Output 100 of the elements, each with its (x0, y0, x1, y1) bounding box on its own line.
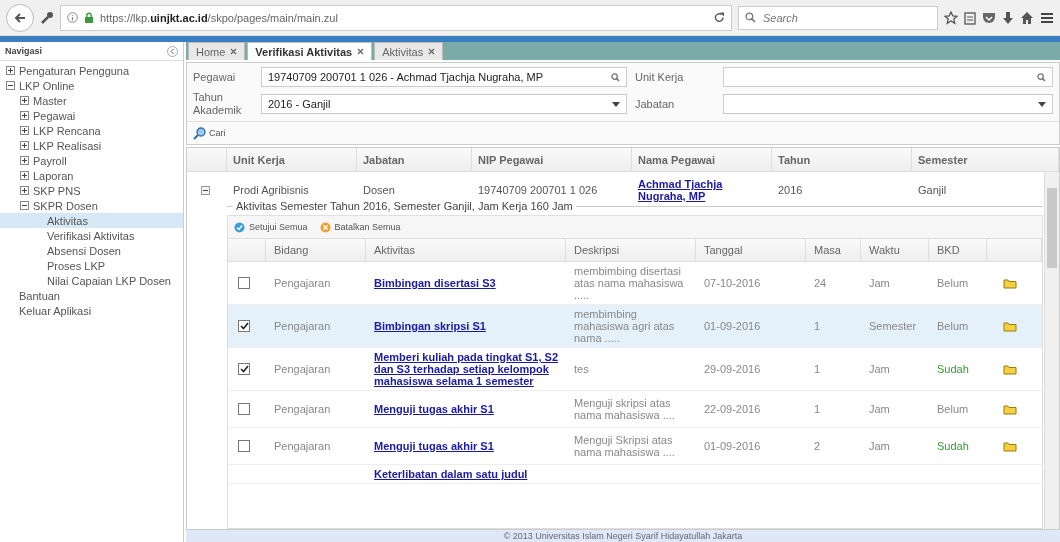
folder-icon[interactable] (1003, 440, 1017, 452)
table-row[interactable]: Pengajaran Menguji tugas akhir S1 Menguji skripsi atas nama mahasiswa .... 22-09-2016 1 Jam Belum (228, 391, 1042, 428)
home-icon[interactable] (1020, 11, 1034, 24)
table-cell-text: 07-10-2016 (703, 276, 762, 291)
checkbox[interactable] (238, 363, 250, 375)
expand-icon[interactable] (20, 126, 29, 135)
folder-icon[interactable] (1003, 320, 1017, 332)
tree-item[interactable]: Proses LKP (0, 258, 183, 273)
browser-search-field[interactable]: Search (761, 10, 925, 25)
table-cell-text: Jam (868, 276, 891, 291)
close-icon[interactable] (230, 48, 238, 55)
table-cell-text: 01-09-2016 (703, 319, 762, 334)
search-button[interactable]: Cari (193, 126, 226, 140)
expand-icon[interactable] (20, 96, 29, 105)
table-cell-text: tes (573, 362, 590, 377)
expand-icon[interactable] (20, 171, 29, 180)
browser-search-field[interactable]: Search (738, 5, 938, 30)
url-field[interactable]: https://lkp.uinjkt.ac.id/skpo/pages/main/main.zul (60, 4, 732, 31)
checkbox[interactable] (238, 440, 250, 452)
tree-item[interactable]: LKP Rencana (0, 123, 183, 138)
download-icon[interactable] (1002, 10, 1014, 25)
expand-icon[interactable] (6, 66, 15, 75)
table-cell-text: Pengajaran (273, 276, 332, 291)
tree-item[interactable]: LKP Realisasi (0, 138, 183, 153)
tree-item[interactable]: SKPR Dosen (0, 198, 183, 213)
activity-link[interactable]: Memberi kuliah pada tingkat S1, S2 dan S3 terhadap setiap kelompok mahasiswa selama 1 semester (374, 351, 558, 387)
checkbox[interactable] (238, 403, 250, 415)
activity-link[interactable]: Menguji tugas akhir S1 (374, 440, 494, 452)
employee-name-link[interactable]: Achmad Tjachja Nugraha, MP (632, 178, 772, 202)
tab[interactable]: Home (188, 42, 246, 60)
table-cell-text: Ganjil (917, 184, 948, 196)
tree-item[interactable]: Aktivitas (0, 213, 183, 228)
table-cell-text: Jam (868, 362, 891, 377)
table-cell-text: Menguji Skripsi atas nama mahasiswa .... (573, 433, 676, 460)
folder-icon[interactable] (1003, 277, 1017, 289)
tree-item[interactable]: Pengaturan Pengguna (0, 63, 183, 78)
table-row[interactable]: Pengajaran Bimbingan skripsi S1 membimbing mahasiswa agri atas nama ..... 01-09-2016 1 Semester Belum (228, 305, 1042, 348)
tree-item[interactable]: Nilai Capaian LKP Dosen (0, 273, 183, 288)
tree-item[interactable]: SKP PNS (0, 183, 183, 198)
reload-icon[interactable] (714, 12, 725, 23)
status-text: Sudah (936, 362, 970, 377)
tree-item[interactable]: Master (0, 93, 183, 108)
cancel-all-button[interactable]: Batalkan Semua (319, 221, 401, 233)
pocket-icon[interactable] (982, 11, 996, 24)
collapse-icon[interactable] (20, 201, 29, 210)
expand-toggle[interactable] (201, 185, 210, 195)
clipboard-icon[interactable] (964, 10, 976, 25)
check-circle-icon (234, 221, 245, 233)
folder-icon[interactable] (1003, 363, 1017, 375)
approve-all-button[interactable]: Setujui Semua (234, 221, 308, 233)
table-cell-text: Dosen (362, 184, 396, 196)
status-text: Belum (936, 276, 970, 291)
column-header: Semester (912, 148, 1059, 171)
column-header: Bidang (266, 239, 366, 261)
back-button[interactable] (6, 3, 34, 32)
menu-icon[interactable] (1040, 11, 1054, 24)
scrollbar[interactable] (1044, 172, 1059, 529)
search-icon (745, 12, 756, 23)
tree-item[interactable]: Laporan (0, 168, 183, 183)
star-icon[interactable] (944, 10, 958, 25)
activity-link[interactable]: Menguji tugas akhir S1 (374, 403, 494, 415)
tree-item[interactable]: Verifikasi Aktivitas (0, 228, 183, 243)
table-cell-text: 2 (813, 439, 822, 454)
tab[interactable]: Aktivitas (374, 42, 444, 60)
tree-item[interactable]: LKP Online (0, 78, 183, 93)
table-cell-text: 2016 (777, 184, 804, 196)
tree-item[interactable]: Keluar Aplikasi (0, 303, 183, 318)
activity-link[interactable]: Bimbingan skripsi S1 (374, 320, 486, 332)
expand-icon[interactable] (20, 186, 29, 195)
activity-link[interactable]: Keterlibatan dalam satu judul (374, 468, 528, 480)
column-header: Jabatan (357, 148, 472, 171)
search-field[interactable] (723, 67, 1053, 87)
field-label: Jabatan (635, 97, 676, 111)
expand-icon[interactable] (20, 156, 29, 165)
table-cell-text: Pengajaran (273, 319, 332, 334)
expand-icon[interactable] (20, 111, 29, 120)
column-header: Nama Pegawai (632, 148, 772, 171)
status-text: Sudah (936, 439, 970, 454)
dropdown-field[interactable] (723, 94, 1053, 114)
table-row[interactable]: Pengajaran Memberi kuliah pada tingkat S1, S2 dan S3 terhadap setiap kelompok mahasiswa selama 1 semester tes 29-09-2016 1 Jam Sudah (228, 348, 1042, 391)
table-row[interactable]: Pengajaran Menguji tugas akhir S1 Menguji Skripsi atas nama mahasiswa .... 01-09-2016 2 Jam Sudah (228, 428, 1042, 465)
activity-link[interactable]: Bimbingan disertasi S3 (374, 277, 496, 289)
collapse-icon[interactable] (6, 81, 15, 90)
folder-icon[interactable] (1003, 403, 1017, 415)
tree-item[interactable]: Pegawai (0, 108, 183, 123)
tree-item[interactable]: Payroll (0, 153, 183, 168)
tab[interactable]: Verifikasi Aktivitas (247, 42, 373, 60)
checkbox[interactable] (238, 320, 250, 332)
search-field[interactable]: 19740709 200701 1 026 - Achmad Tjachja Nugraha, MP (261, 67, 627, 87)
arrow-left-icon (14, 11, 26, 24)
expand-icon[interactable] (20, 141, 29, 150)
close-icon[interactable] (357, 48, 365, 55)
checkbox[interactable] (238, 277, 250, 289)
close-icon[interactable] (428, 48, 436, 55)
column-header: Deskripsi (566, 239, 696, 261)
table-cell-text: 29-09-2016 (703, 362, 762, 377)
tree-item[interactable]: Absensi Dosen (0, 243, 183, 258)
dropdown-field[interactable]: 2016 - Ganjil (261, 94, 627, 114)
key-icon[interactable] (40, 10, 54, 25)
tree-item[interactable]: Bantuan (0, 288, 183, 303)
